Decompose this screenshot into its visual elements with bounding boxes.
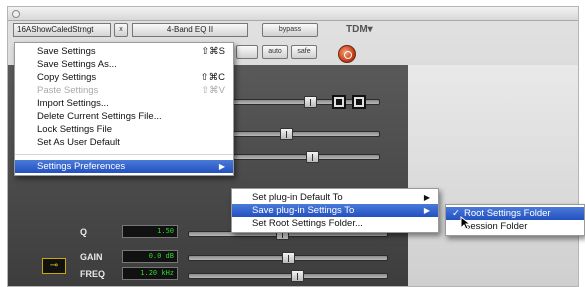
mouse-cursor-icon (460, 216, 470, 230)
menu-item-label: Set Root Settings Folder... (252, 218, 363, 229)
slider-thumb[interactable] (282, 252, 295, 264)
filter-type-icon[interactable]: ⊸ (42, 258, 66, 274)
tdm-format-label: TDM▾ (346, 24, 373, 35)
q-value-field[interactable]: 1.50 (122, 225, 178, 238)
menu-item-label: Delete Current Settings File... (37, 111, 162, 122)
compare-button[interactable] (236, 45, 258, 59)
menu-item-set-root-settings-folder[interactable]: Set Root Settings Folder... (232, 217, 438, 230)
slider-thumb[interactable] (291, 270, 304, 282)
preferences-submenu: Set plug-in Default To ▶ Save plug-in Se… (231, 188, 439, 233)
slider-thumb[interactable] (280, 128, 293, 140)
menu-item-label: Settings Preferences (37, 161, 126, 172)
freq-label: FREQ (80, 269, 106, 279)
safe-button[interactable]: safe (291, 45, 317, 59)
menu-item-settings-preferences[interactable]: Settings Preferences ▶ (15, 160, 233, 173)
menu-item-label: Save Settings As... (37, 59, 117, 70)
menu-item-shortcut: ⇧⌘V (201, 85, 225, 96)
menu-item-label: Set plug-in Default To (252, 192, 343, 203)
menu-item-label: Lock Settings File (37, 124, 112, 135)
freq-value-field[interactable]: 1.20 kHz (122, 267, 178, 280)
menu-item-label: Import Settings... (37, 98, 109, 109)
menu-item-save-settings[interactable]: Save Settings ⇧⌘S (15, 45, 233, 58)
menu-item-label: Root Settings Folder (464, 208, 551, 219)
power-icon[interactable] (338, 45, 356, 63)
slider-track[interactable] (230, 131, 380, 137)
preset-menu-button[interactable]: x (114, 23, 128, 37)
menu-item-set-user-default[interactable]: Set As User Default (15, 136, 233, 149)
slider-thumb[interactable] (306, 151, 319, 163)
gain-label: GAIN (80, 252, 103, 262)
menu-item-label: Copy Settings (37, 72, 97, 83)
preset-selector[interactable]: 16AShowCaledStrngt (13, 23, 111, 37)
checkmark-icon: ✓ (452, 208, 460, 219)
menu-item-delete-settings-file[interactable]: Delete Current Settings File... (15, 110, 233, 123)
menu-item-label: Set As User Default (37, 137, 120, 148)
slider-thumb[interactable] (304, 96, 317, 108)
plugin-selector[interactable]: 4-Band EQ II (132, 23, 248, 37)
menu-item-save-settings-as[interactable]: Save Settings As... (15, 58, 233, 71)
menu-item-label: Save plug-in Settings To (252, 205, 355, 216)
menu-item-label: Session Folder (464, 221, 528, 232)
menu-item-label: Paste Settings (37, 85, 99, 96)
submenu-arrow-icon: ▶ (218, 162, 225, 171)
slider-track[interactable] (230, 154, 380, 160)
submenu-arrow-icon: ▶ (423, 206, 430, 215)
menu-separator (15, 154, 233, 155)
close-icon[interactable] (12, 10, 20, 18)
band-toggle-button[interactable] (332, 95, 346, 109)
band-toggle-button[interactable] (352, 95, 366, 109)
slider-track[interactable] (188, 273, 388, 279)
menu-item-save-plugin-settings-to[interactable]: Save plug-in Settings To ▶ (232, 204, 438, 217)
submenu-arrow-icon: ▶ (423, 193, 430, 202)
menu-item-import-settings[interactable]: Import Settings... (15, 97, 233, 110)
q-label: Q (80, 227, 88, 237)
eq-graph-area (408, 65, 578, 286)
menu-item-copy-settings[interactable]: Copy Settings ⇧⌘C (15, 71, 233, 84)
menu-item-lock-settings-file[interactable]: Lock Settings File (15, 123, 233, 136)
menu-item-shortcut: ⇧⌘S (201, 46, 225, 57)
gain-value-field[interactable]: 0.0 dB (122, 250, 178, 263)
menu-item-set-plugin-default[interactable]: Set plug-in Default To ▶ (232, 191, 438, 204)
auto-button[interactable]: auto (262, 45, 288, 59)
bypass-button[interactable]: bypass (262, 23, 318, 37)
menu-item-label: Save Settings (37, 46, 96, 57)
window-titlebar (8, 7, 578, 21)
menu-item-shortcut: ⇧⌘C (200, 72, 225, 83)
settings-menu: Save Settings ⇧⌘S Save Settings As... Co… (14, 42, 234, 176)
menu-item-paste-settings: Paste Settings ⇧⌘V (15, 84, 233, 97)
